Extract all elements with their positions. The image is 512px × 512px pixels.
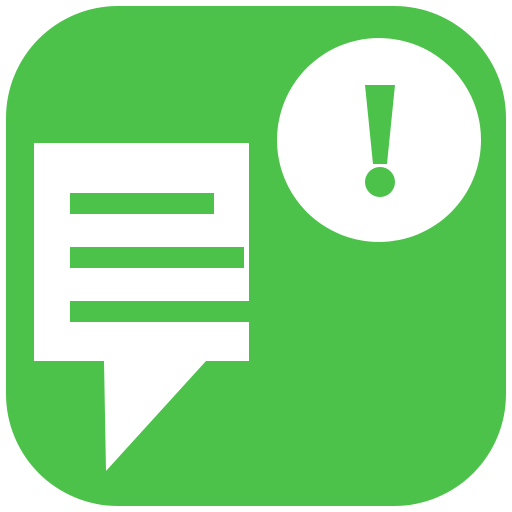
text-line — [70, 193, 214, 214]
exclamation-badge-icon — [267, 28, 491, 252]
chat-alert-app-icon[interactable] — [0, 0, 512, 512]
text-line — [70, 301, 289, 322]
text-line — [70, 247, 244, 268]
